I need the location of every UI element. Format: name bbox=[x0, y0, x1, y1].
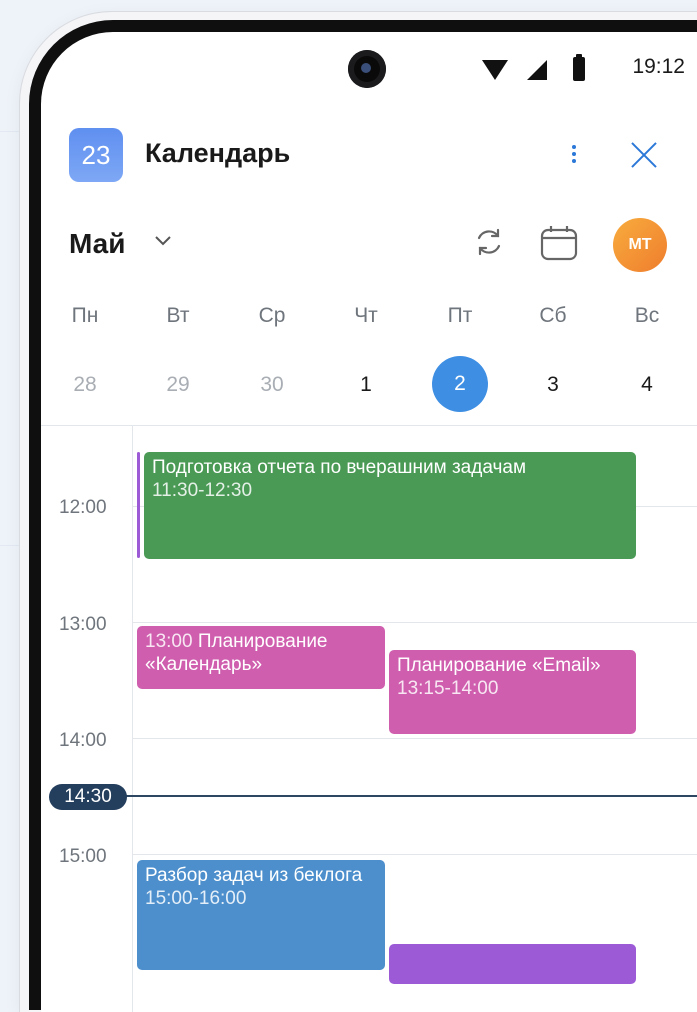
calendar-header-divider bbox=[41, 425, 697, 426]
event-title: Планирование «Email» bbox=[397, 655, 601, 676]
time-column-divider bbox=[132, 425, 133, 1012]
calendar-icon[interactable] bbox=[539, 224, 579, 267]
weekday-label: Чт bbox=[354, 304, 378, 327]
current-time-indicator: 14:30 bbox=[49, 784, 127, 810]
current-time-line bbox=[121, 795, 697, 797]
calendar-app-icon: 23 bbox=[69, 128, 123, 182]
weekday-label: Вт bbox=[166, 304, 190, 327]
hour-gridline bbox=[132, 854, 697, 855]
event-accent-bar bbox=[137, 452, 140, 558]
status-bar: 19:12 bbox=[41, 50, 697, 88]
event-card[interactable] bbox=[389, 944, 636, 984]
event-time: 13:15-14:00 bbox=[397, 678, 499, 699]
month-selector[interactable]: Май bbox=[69, 228, 125, 260]
day-cell[interactable]: 30 bbox=[242, 370, 302, 400]
user-avatar[interactable]: МТ bbox=[613, 218, 667, 272]
event-card[interactable]: 13:00 Планирование «Календарь» bbox=[137, 626, 385, 689]
day-cell[interactable]: 3 bbox=[523, 370, 583, 400]
event-time: 15:00-16:00 bbox=[145, 888, 247, 909]
event-time: 13:00 bbox=[145, 631, 193, 652]
event-time: 11:30-12:30 bbox=[152, 480, 253, 501]
day-cell[interactable]: 28 bbox=[55, 370, 115, 400]
battery-icon bbox=[573, 54, 585, 81]
chevron-down-icon[interactable] bbox=[153, 230, 173, 256]
hour-label: 13:00 bbox=[59, 614, 107, 635]
event-card[interactable]: Планирование «Email» 13:15-14:00 bbox=[389, 650, 636, 734]
weekday-label: Вс bbox=[634, 304, 660, 327]
day-cell[interactable]: 29 bbox=[148, 370, 208, 400]
phone-screen: 19:12 23 Календарь Май МТ Пн Вт Ср Чт Пт… bbox=[41, 32, 697, 1012]
sync-icon[interactable] bbox=[471, 224, 507, 265]
hour-label: 14:00 bbox=[59, 730, 107, 751]
event-card[interactable]: Подготовка отчета по вчерашним задачам 1… bbox=[144, 452, 636, 559]
app-title: Календарь bbox=[145, 138, 291, 168]
hour-gridline bbox=[132, 622, 697, 623]
signal-icon bbox=[527, 60, 547, 80]
wifi-icon bbox=[482, 60, 508, 80]
hour-label: 15:00 bbox=[59, 846, 107, 867]
day-cell[interactable]: 1 bbox=[336, 370, 396, 400]
weekday-label: Ср bbox=[258, 304, 286, 327]
hour-gridline bbox=[132, 738, 697, 739]
weekday-label: Пн bbox=[71, 304, 99, 327]
more-vertical-icon[interactable] bbox=[564, 142, 584, 172]
status-time: 19:12 bbox=[632, 55, 685, 78]
day-cell-today[interactable]: 2 bbox=[432, 356, 488, 412]
event-title: Подготовка отчета по вчерашним задачам bbox=[152, 457, 527, 478]
weekday-label: Сб bbox=[539, 304, 567, 327]
weekday-label: Пт bbox=[447, 304, 473, 327]
hour-label: 12:00 bbox=[59, 497, 107, 518]
event-card[interactable]: Разбор задач из беклога 15:00-16:00 bbox=[137, 860, 385, 970]
day-cell[interactable]: 4 bbox=[617, 370, 677, 400]
event-title: Разбор задач из беклога bbox=[145, 865, 363, 886]
close-icon[interactable] bbox=[629, 140, 659, 170]
